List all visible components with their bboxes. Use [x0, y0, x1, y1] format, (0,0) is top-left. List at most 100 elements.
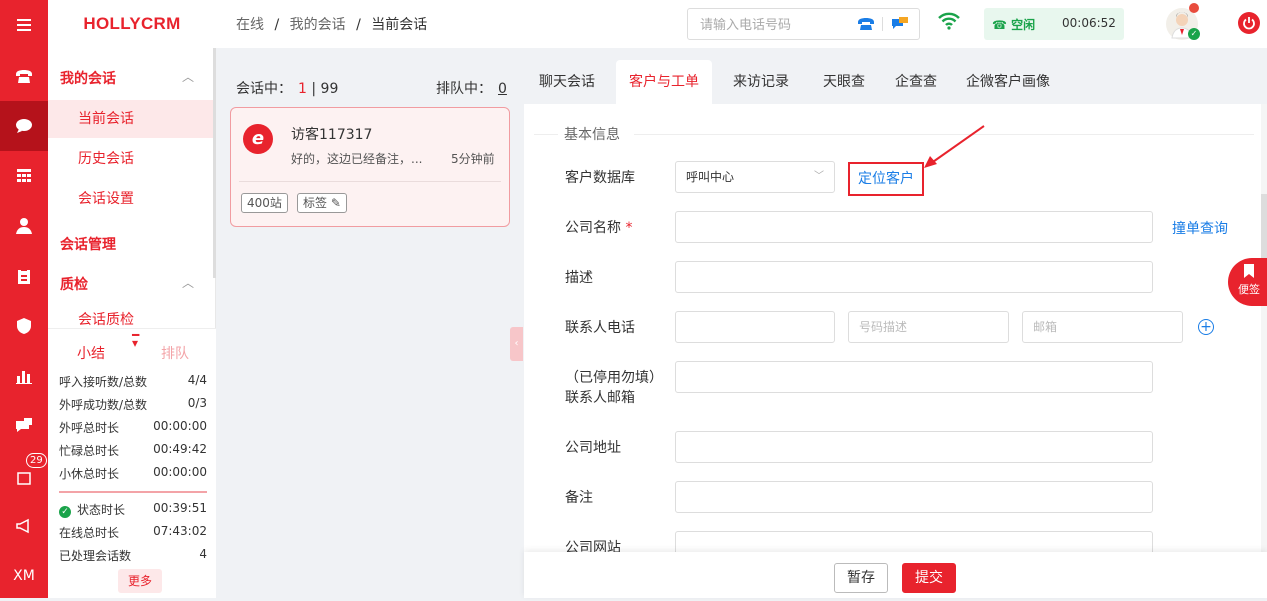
address-field — [675, 431, 1153, 463]
power-icon[interactable] — [1238, 12, 1260, 34]
status-timer: 00:06:52 — [1062, 16, 1116, 30]
sidebar-item-qc[interactable]: 会话质检 — [48, 305, 214, 327]
phone-label: 联系人电话 — [565, 320, 635, 336]
more-button[interactable]: 更多 — [118, 569, 162, 593]
menu-icon[interactable] — [0, 0, 48, 50]
top-bar: 在线 / 我的会话 / 当前会话 ☎ 空闲 00:06:52 ✓ — [216, 0, 1267, 48]
tab-customer-ticket[interactable]: 客户与工单 — [616, 60, 712, 104]
tab-qichacha[interactable]: 企查查 — [886, 60, 946, 104]
chat-bubble-icon[interactable] — [888, 15, 912, 33]
form-scrollbar[interactable] — [1261, 104, 1267, 552]
chevron-down-icon: ﹀ — [814, 171, 824, 182]
stat-row: 小休总时长 00:00:00 — [59, 465, 207, 481]
stat-row: 已处理会话数 4 — [59, 547, 207, 563]
tab-summary[interactable]: 小结 — [77, 343, 105, 363]
queue-count: 排队中： 0 — [436, 81, 507, 97]
section-title: 基本信息 — [564, 127, 620, 143]
sidebar-group-qc[interactable]: 质检 ︿ — [60, 274, 194, 294]
sidebar-group-my-sessions[interactable]: 我的会话 ︿ — [60, 68, 194, 88]
contact-email-input[interactable] — [676, 362, 1152, 392]
note-input[interactable] — [676, 482, 1152, 512]
contact-phone-input[interactable] — [676, 312, 834, 342]
stat-row: 呼入接听数/总数 4/4 — [59, 373, 207, 389]
dial-icon[interactable] — [854, 15, 878, 33]
phone-input[interactable] — [688, 9, 848, 39]
tab-queue[interactable]: 排队 — [161, 343, 189, 363]
save-draft-button[interactable]: 暂存 — [834, 563, 888, 593]
browser-icon: e — [243, 124, 273, 154]
session-card[interactable]: e 访客117317 好的，这边已经备注，... 5分钟前 400站 标签 ✎ — [230, 107, 510, 227]
collapse-handle[interactable]: ‹ — [510, 327, 523, 361]
contact-email-field — [675, 361, 1153, 393]
duplicate-check-link[interactable]: 撞单查询 — [1172, 218, 1228, 238]
stat-row: 外呼成功数/总数 0/3 — [59, 396, 207, 412]
notification-dot — [1189, 3, 1199, 13]
db-select[interactable]: 呼叫中心 ﹀ — [675, 161, 835, 193]
email-label: （已停用勿填） 联系人邮箱 — [565, 370, 663, 406]
sidebar-group-manage[interactable]: 会话管理 — [60, 234, 116, 254]
divider — [239, 181, 501, 182]
desc-input[interactable] — [676, 262, 1152, 292]
session-count: 会话中： 1 | 99 — [236, 81, 339, 97]
email-input[interactable] — [1023, 312, 1182, 342]
company-field — [675, 211, 1153, 243]
user-icon[interactable] — [0, 201, 48, 251]
wifi-icon — [938, 12, 960, 34]
message-icon[interactable] — [0, 401, 48, 451]
avatar[interactable]: ✓ — [1166, 3, 1200, 40]
bookmark-icon — [1244, 264, 1254, 278]
notification-badge: 29 — [26, 453, 47, 468]
note-label: 备注 — [565, 490, 593, 506]
company-label: 公司名称 * — [565, 220, 633, 236]
db-label: 客户数据库 — [565, 170, 635, 186]
stat-row: 外呼总时长 00:00:00 — [59, 419, 207, 435]
note-field — [675, 481, 1153, 513]
user-initials[interactable]: XM — [0, 551, 48, 601]
stat-row: 忙碌总时长 00:49:42 — [59, 442, 207, 458]
stat-row: 在线总时长 07:43:02 — [59, 524, 207, 540]
tab-tianyancha[interactable]: 天眼查 — [814, 60, 874, 104]
source-tag: 400站 — [241, 193, 288, 213]
email-field — [1022, 311, 1183, 343]
shield-icon[interactable] — [0, 301, 48, 351]
bar-chart-icon[interactable] — [0, 351, 48, 401]
stat-row: ✓ 状态时长 00:39:51 — [59, 501, 207, 518]
address-input[interactable] — [676, 432, 1152, 462]
chevron-up-icon: ︿ — [182, 70, 195, 84]
desc-field — [675, 261, 1153, 293]
sidebar-item-settings[interactable]: 会话设置 — [48, 180, 214, 218]
phone-search — [687, 8, 920, 40]
add-tag-button[interactable]: 标签 ✎ — [297, 193, 347, 213]
last-message: 好的，这边已经备注，... — [291, 152, 423, 166]
chat-icon[interactable] — [0, 101, 48, 151]
detail-tabs: 聊天会话 客户与工单 来访记录 天眼查 企查查 企微客户画像 — [524, 60, 1267, 104]
tab-chat[interactable]: 聊天会话 — [530, 60, 604, 104]
desc-label: 描述 — [565, 270, 593, 286]
tab-wecom-profile[interactable]: 企微客户画像 — [960, 60, 1056, 104]
submit-button[interactable]: 提交 — [902, 563, 956, 593]
breadcrumb: 在线 / 我的会话 / 当前会话 — [236, 17, 428, 33]
app-logo: HOLLYCRM — [48, 0, 216, 48]
phone-desc-field — [848, 311, 1009, 343]
phone-icon[interactable] — [0, 51, 48, 101]
locate-customer-button[interactable]: 定位客户 — [848, 162, 924, 196]
session-list: 会话中： 1 | 99 排队中： 0 e 访客117317 好的，这边已经备注，..… — [216, 48, 524, 598]
nav-rail: 29 XM — [0, 0, 48, 598]
agent-status[interactable]: ☎ 空闲 00:06:52 — [984, 8, 1124, 40]
status-label: ☎ 空闲 — [992, 18, 1036, 32]
clipboard-icon[interactable] — [0, 251, 48, 301]
megaphone-icon[interactable] — [0, 501, 48, 551]
add-phone-icon[interactable]: + — [1198, 319, 1214, 335]
annotation-arrow-icon — [924, 125, 985, 168]
phone-desc-input[interactable] — [849, 312, 1008, 342]
company-input[interactable] — [676, 212, 1152, 242]
sidebar-item-history[interactable]: 历史会话 — [48, 140, 214, 178]
message-time: 5分钟前 — [451, 152, 495, 166]
grid-icon[interactable] — [0, 151, 48, 201]
chevron-up-icon: ︿ — [182, 276, 195, 290]
tab-visits[interactable]: 来访记录 — [724, 60, 798, 104]
contact-phone-field — [675, 311, 835, 343]
ticket-icon[interactable]: 29 — [0, 451, 48, 501]
sidebar-item-current[interactable]: 当前会话 — [48, 100, 214, 138]
stats-panel: ━ ▾ 小结 排队 呼入接听数/总数 4/4 外呼成功数/总数 0/3 外呼总时长 00… — [48, 328, 216, 598]
